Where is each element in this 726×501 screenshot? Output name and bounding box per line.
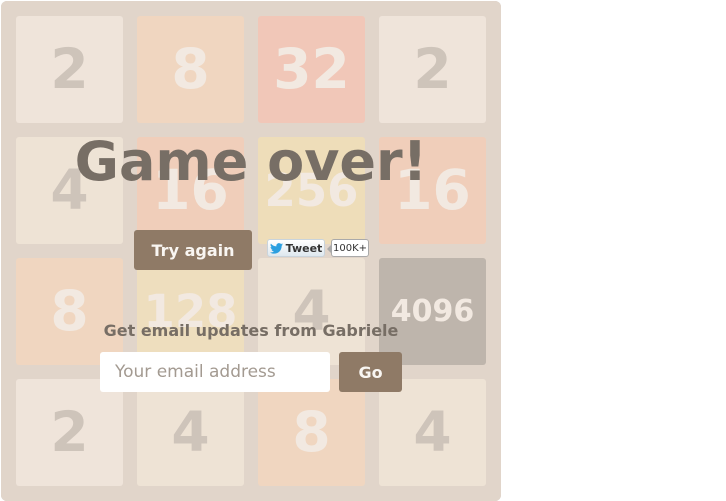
tweet-count-badge: 100K+ xyxy=(327,239,369,257)
email-field[interactable] xyxy=(100,352,330,392)
game-container: 2 8 32 2 4 16 256 16 8 128 4 4096 2 4 8 … xyxy=(1,1,501,501)
twitter-bird-icon xyxy=(269,242,283,254)
tweet-label: Tweet xyxy=(285,241,323,255)
email-heading: Get email updates from Gabriele xyxy=(103,321,399,340)
go-button[interactable]: Go xyxy=(339,352,402,392)
game-over-overlay: Game over! Try again Tweet 100K+ Get ema… xyxy=(1,1,501,501)
try-again-button[interactable]: Try again xyxy=(134,230,252,270)
game-over-title: Game over! xyxy=(74,130,428,193)
tweet-button[interactable]: Tweet xyxy=(267,239,325,257)
